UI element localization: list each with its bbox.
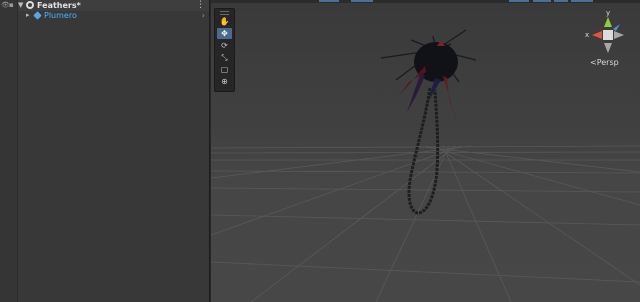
drag-handle[interactable] — [220, 11, 229, 15]
rect-tool-icon[interactable]: ▢ — [217, 64, 232, 75]
rotate-tool-icon[interactable]: ⟳ — [217, 40, 232, 51]
projection-toggle[interactable]: <Persp — [590, 58, 619, 68]
move-tool-icon[interactable]: ✥ — [217, 28, 232, 39]
orientation-gizmo[interactable]: y x — [583, 9, 633, 62]
scale-tool-icon[interactable]: ⤡ — [217, 52, 232, 63]
hierarchy-item-plumero[interactable]: ▸ Plumero › — [18, 10, 209, 21]
tools-palette: ✋ ✥ ⟳ ⤡ ▢ ⊕ — [214, 8, 235, 92]
hierarchy-panel: 👁 ▪ ▼ Feathers* ⋮ ▸ Plumero › — [0, 0, 210, 302]
axis-x-label: x — [585, 31, 590, 39]
collapse-arrow-icon[interactable]: ▸ — [26, 10, 30, 21]
hand-pointer-icon[interactable]: ▪ — [9, 2, 15, 9]
chevron-right-icon[interactable]: › — [202, 10, 205, 21]
hierarchy-gutter: 👁 ▪ — [0, 0, 18, 302]
gameobject-label: Plumero — [44, 11, 77, 20]
scene-view[interactable]: ✋ ✥ ⟳ ⤡ ▢ ⊕ y x <Persp — [211, 0, 640, 302]
plumero-object — [380, 29, 477, 215]
unity-scene-icon — [26, 1, 34, 9]
scene-grid — [211, 29, 640, 302]
hand-tool-icon[interactable]: ✋ — [217, 16, 232, 27]
axis-y-label: y — [606, 9, 611, 17]
back-arrow-icon: < — [590, 58, 597, 67]
eye-icon[interactable]: 👁 — [1, 2, 10, 9]
gameobject-cube-icon — [33, 11, 42, 20]
projection-label: Persp — [596, 58, 619, 67]
transform-tool-icon[interactable]: ⊕ — [217, 76, 232, 87]
